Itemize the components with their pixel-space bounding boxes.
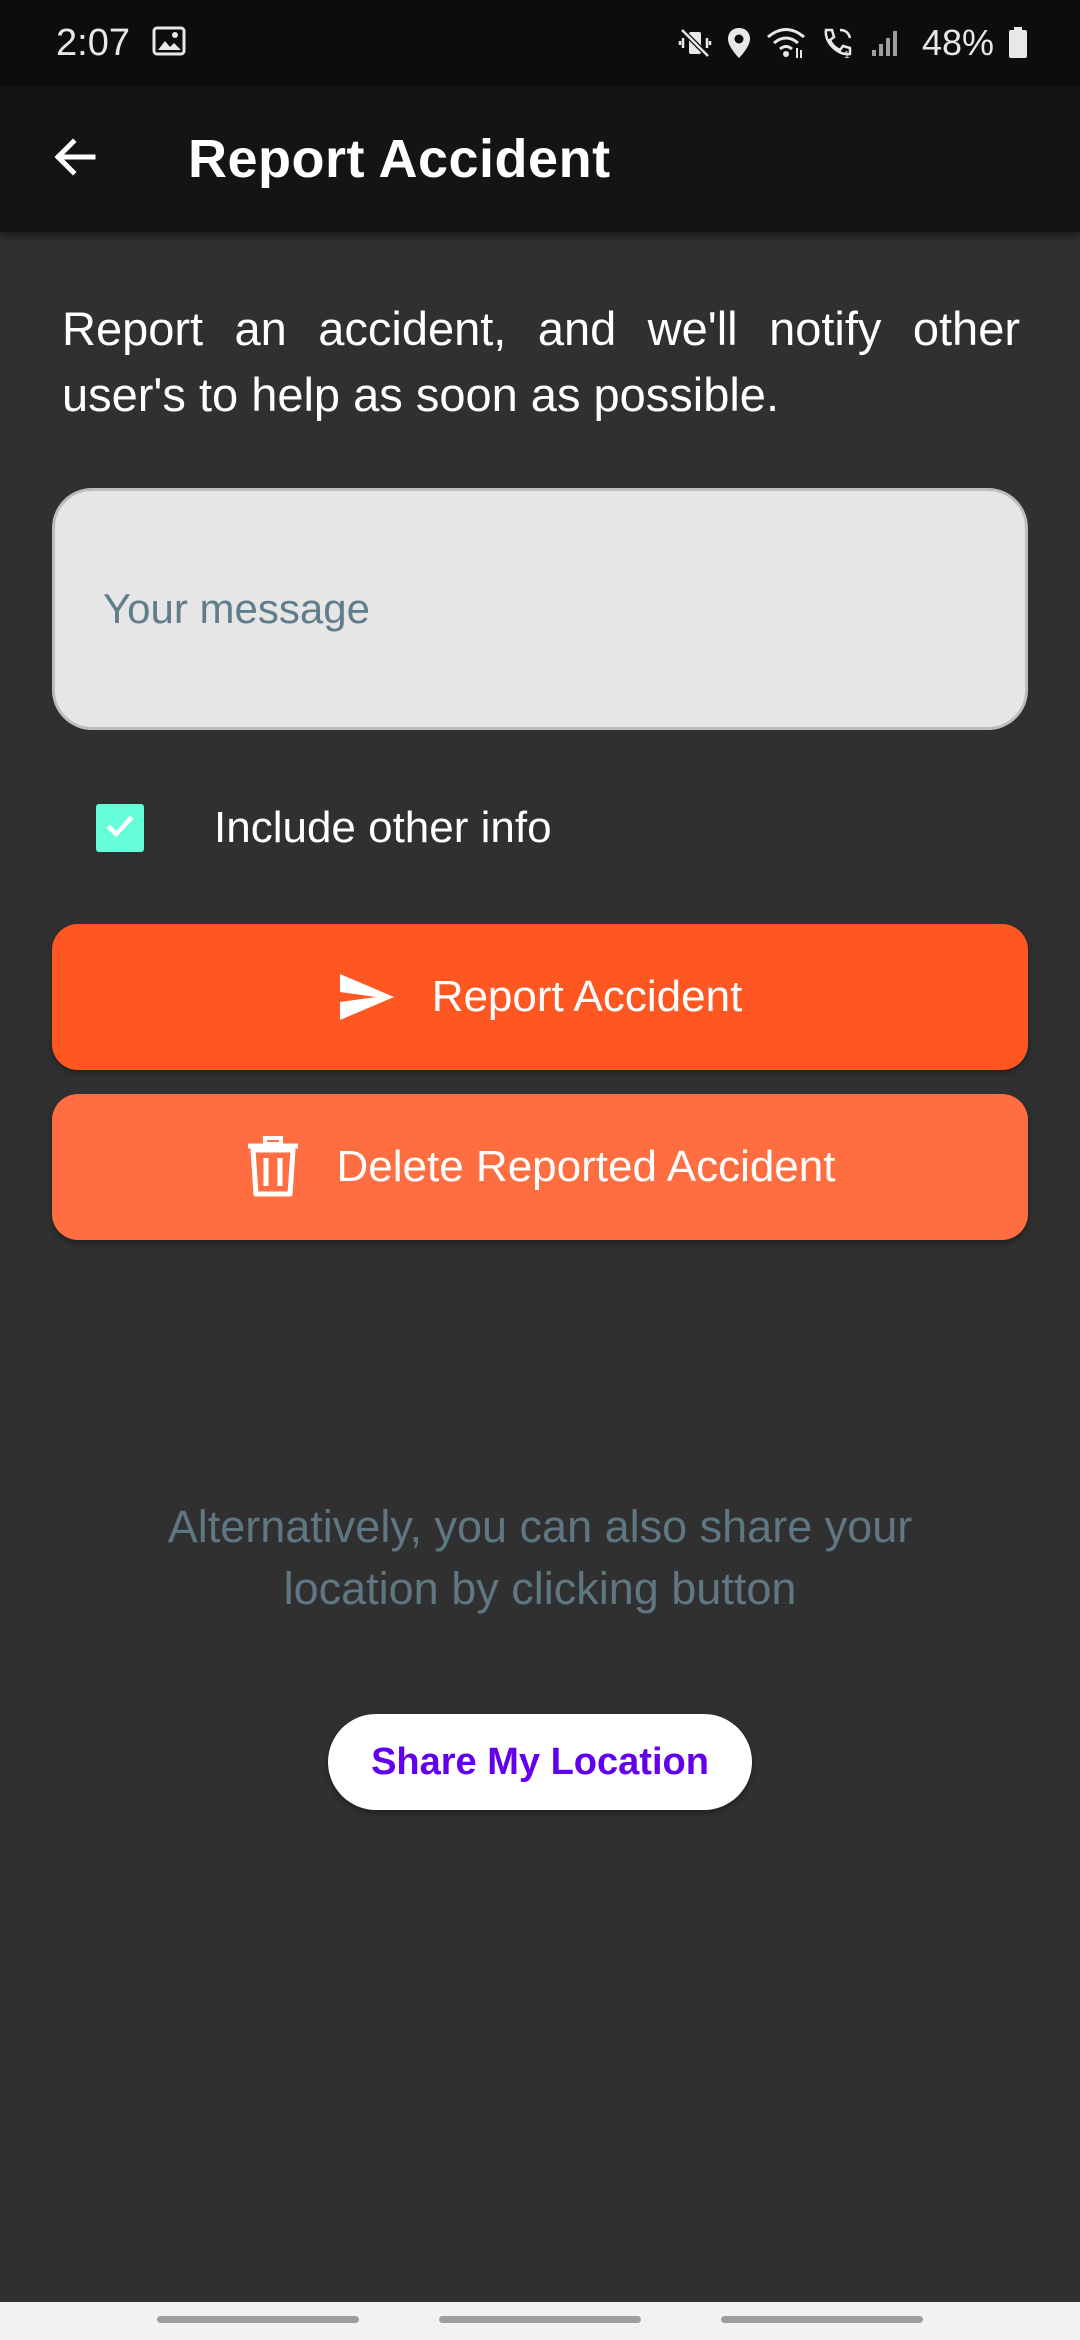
app-bar: Report Accident (0, 86, 1080, 232)
wifi-icon (766, 26, 806, 60)
status-time: 2:07 (56, 21, 130, 64)
include-info-row[interactable]: Include other info (96, 800, 552, 856)
message-input[interactable] (52, 488, 1028, 730)
check-icon (102, 808, 138, 849)
wifi-calling-icon: 1 (820, 26, 856, 60)
battery-icon (1008, 27, 1028, 59)
image-icon (152, 26, 186, 61)
status-left: 2:07 (56, 22, 186, 65)
nav-back-button[interactable] (721, 2316, 923, 2323)
nav-recents-button[interactable] (157, 2316, 359, 2323)
include-info-checkbox[interactable] (96, 804, 144, 852)
location-icon (726, 26, 752, 60)
back-button[interactable] (20, 104, 130, 214)
signal-icon (870, 28, 900, 58)
nav-home-button[interactable] (439, 2316, 641, 2323)
status-right: 1 48% (678, 22, 1028, 64)
arrow-back-icon (51, 133, 99, 186)
alternative-text: Alternatively, you can also share your l… (167, 1501, 913, 1614)
send-icon (338, 972, 396, 1022)
report-accident-label: Report Accident (431, 972, 743, 1021)
mute-vibrate-icon (678, 26, 712, 60)
include-info-label: Include other info (214, 803, 552, 852)
delete-reported-accident-label: Delete Reported Accident (336, 1142, 836, 1191)
navigation-bar (0, 2302, 1080, 2340)
delete-reported-accident-button[interactable]: Delete Reported Accident (52, 1094, 1028, 1240)
svg-text:1: 1 (844, 50, 850, 60)
report-accident-button[interactable]: Report Accident (52, 924, 1028, 1070)
share-location-button[interactable]: Share My Location (328, 1714, 752, 1810)
page-title: Report Accident (188, 129, 611, 189)
intro-text: Report an accident, and we'll notify oth… (62, 302, 1020, 421)
battery-percentage: 48% (921, 22, 994, 63)
status-bar: 2:07 1 48% (0, 0, 1080, 86)
trash-icon (245, 1136, 301, 1198)
